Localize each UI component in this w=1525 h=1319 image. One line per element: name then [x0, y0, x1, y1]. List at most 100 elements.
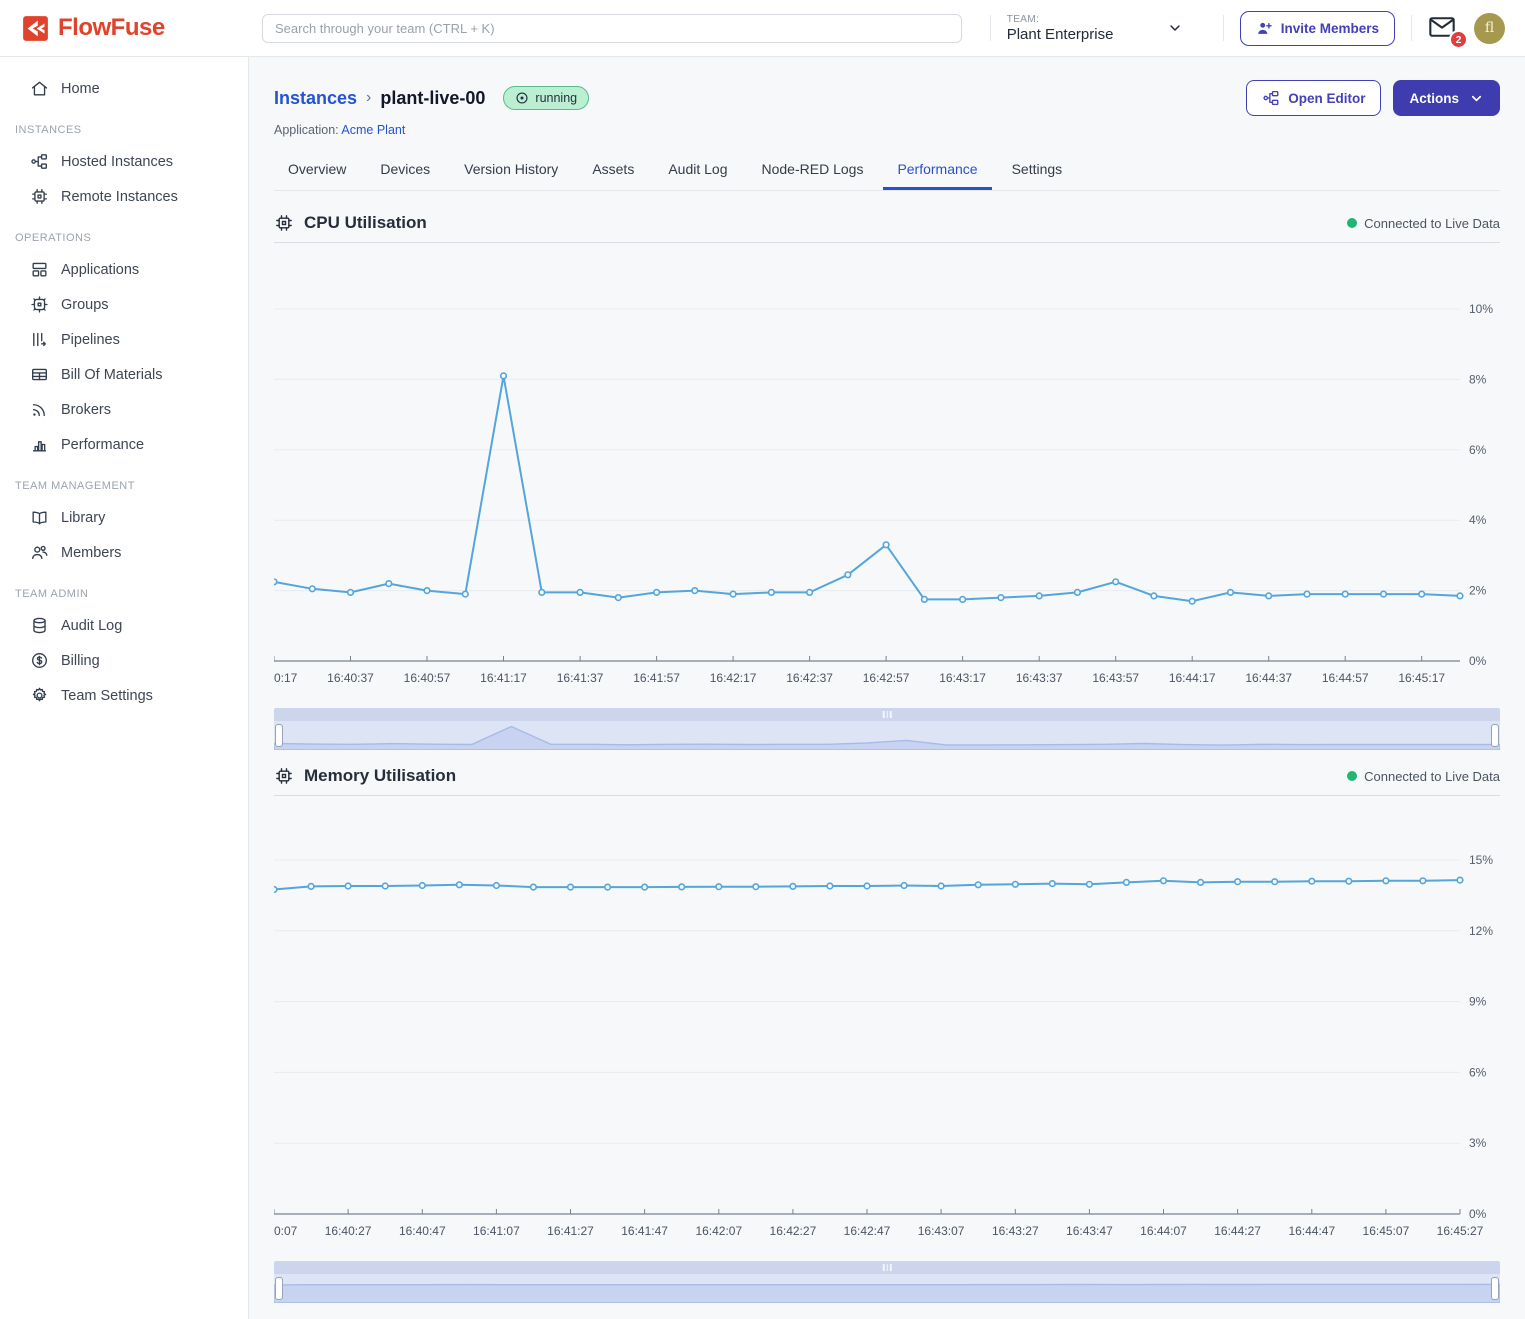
- svg-text:10%: 10%: [1469, 302, 1493, 316]
- sidebar-item-library[interactable]: Library: [0, 500, 248, 535]
- actions-button[interactable]: Actions: [1393, 80, 1500, 116]
- tab-assets[interactable]: Assets: [578, 152, 648, 190]
- brokers-icon: [32, 404, 45, 417]
- sidebar-item-label: Billing: [61, 652, 100, 669]
- tab-performance[interactable]: Performance: [883, 152, 992, 190]
- chevron-down-icon: [1170, 25, 1181, 31]
- invite-members-button[interactable]: Invite Members: [1239, 10, 1395, 46]
- cpu-chart-range-slider[interactable]: [273, 708, 1501, 751]
- memory-chip-icon: [276, 768, 292, 784]
- header-divider: [1222, 15, 1224, 41]
- sidebar-item-billing[interactable]: Billing: [0, 643, 248, 678]
- header-divider: [1411, 15, 1412, 41]
- svg-text:16:41:57: 16:41:57: [633, 671, 680, 685]
- sidebar-item-label: Brokers: [61, 401, 111, 418]
- svg-text:16:41:17: 16:41:17: [480, 671, 527, 685]
- svg-text:9%: 9%: [1469, 995, 1487, 1009]
- svg-text:16:40:57: 16:40:57: [404, 671, 451, 685]
- svg-text:16:43:57: 16:43:57: [1092, 671, 1139, 685]
- sidebar: Home INSTANCES Hosted Instances Remote Inst…: [0, 57, 249, 1319]
- sidebar-item-pipelines[interactable]: Pipelines: [0, 322, 248, 357]
- tab-version-history[interactable]: Version History: [450, 152, 572, 190]
- tab-node-red-logs[interactable]: Node-RED Logs: [748, 152, 878, 190]
- sidebar-item-home[interactable]: Home: [0, 71, 248, 106]
- svg-text:16:40:47: 16:40:47: [399, 1224, 446, 1238]
- sidebar-item-hosted-instances[interactable]: Hosted Instances: [0, 144, 248, 179]
- svg-text:16:44:47: 16:44:47: [1288, 1224, 1335, 1238]
- range-slider-bar[interactable]: [274, 708, 1500, 721]
- sidebar-section-title: TEAM MANAGEMENT: [15, 480, 135, 492]
- svg-text:16:43:27: 16:43:27: [992, 1224, 1039, 1238]
- running-status-icon: [516, 92, 528, 104]
- sidebar-item-groups[interactable]: Groups: [0, 287, 248, 322]
- range-grip-icon: [882, 1264, 892, 1271]
- sidebar-item-brokers[interactable]: Brokers: [0, 392, 248, 427]
- svg-text:0:07: 0:07: [274, 1224, 298, 1238]
- range-handle-left[interactable]: [275, 724, 283, 747]
- sidebar-item-team-settings[interactable]: Team Settings: [0, 678, 248, 713]
- open-editor-button[interactable]: Open Editor: [1246, 80, 1382, 116]
- team-selector[interactable]: TEAM: Plant Enterprise: [1007, 14, 1207, 43]
- line-chart-canvas: 0% 2% 4% 6% 8% 10% 0:17 16:40:37 16:40:57 16:41:1…: [270, 302, 1493, 685]
- range-minimap[interactable]: [273, 1274, 1501, 1304]
- flowfuse-logo[interactable]: FlowFuse: [0, 14, 248, 42]
- svg-text:16:41:27: 16:41:27: [547, 1224, 594, 1238]
- svg-text:16:44:57: 16:44:57: [1322, 671, 1369, 685]
- brand-name: FlowFuse: [58, 14, 165, 41]
- sidebar-item-label: Pipelines: [61, 331, 120, 348]
- sidebar-item-performance[interactable]: Performance: [0, 427, 248, 462]
- svg-text:0%: 0%: [1469, 654, 1487, 668]
- cpu-chart: 0% 2% 4% 6% 8% 10% 0:17 16:40:37 16:40:57 16:41:1…: [270, 243, 1500, 698]
- sidebar-item-audit-log[interactable]: Audit Log: [0, 608, 248, 643]
- range-minimap-area: [273, 725, 1501, 751]
- svg-text:16:42:57: 16:42:57: [863, 671, 910, 685]
- svg-text:16:41:07: 16:41:07: [473, 1224, 520, 1238]
- sidebar-item-remote-instances[interactable]: Remote Instances: [0, 179, 248, 214]
- range-handle-left[interactable]: [275, 1277, 283, 1300]
- main-content: Instances › plant-live-00 running Open E…: [249, 57, 1525, 1319]
- application-label: Application:: [274, 123, 339, 137]
- range-handle-right[interactable]: [1491, 724, 1499, 747]
- memory-chart-range-slider[interactable]: [273, 1261, 1501, 1304]
- tab-devices[interactable]: Devices: [366, 152, 444, 190]
- team-settings-icon: [32, 687, 47, 702]
- svg-text:16:44:17: 16:44:17: [1169, 671, 1216, 685]
- svg-text:16:45:07: 16:45:07: [1363, 1224, 1410, 1238]
- notification-badge: 2: [1449, 30, 1468, 49]
- svg-text:0:17: 0:17: [274, 671, 298, 685]
- tab-settings[interactable]: Settings: [998, 152, 1077, 190]
- range-grip-icon: [882, 711, 892, 718]
- tab-audit-log[interactable]: Audit Log: [654, 152, 741, 190]
- sidebar-item-members[interactable]: Members: [0, 535, 248, 570]
- sidebar-item-label: Library: [61, 509, 106, 526]
- svg-text:16:44:07: 16:44:07: [1140, 1224, 1187, 1238]
- cpu-utilisation-section: CPU Utilisation Connected to Live Data 0…: [270, 213, 1501, 751]
- svg-text:16:40:37: 16:40:37: [327, 671, 374, 685]
- svg-text:16:44:37: 16:44:37: [1245, 671, 1292, 685]
- range-minimap[interactable]: [273, 721, 1501, 751]
- svg-text:6%: 6%: [1469, 443, 1487, 457]
- flowfuse-logo-icon: [23, 15, 48, 41]
- svg-text:8%: 8%: [1469, 372, 1487, 386]
- sidebar-item-bill-of-materials[interactable]: Bill Of Materials: [0, 357, 248, 392]
- sidebar-item-label: Audit Log: [61, 617, 123, 634]
- search-input[interactable]: [262, 13, 962, 43]
- range-minimap-area: [273, 1283, 1501, 1304]
- home-icon: [31, 81, 48, 96]
- breadcrumb-instances-link[interactable]: Instances: [274, 88, 357, 109]
- team-name: Plant Enterprise: [1006, 25, 1114, 43]
- actions-label: Actions: [1409, 90, 1459, 106]
- live-dot-icon: [1347, 771, 1358, 781]
- range-handle-right[interactable]: [1491, 1277, 1499, 1300]
- svg-text:16:41:37: 16:41:37: [557, 671, 604, 685]
- svg-text:16:42:17: 16:42:17: [710, 671, 757, 685]
- application-link[interactable]: Acme Plant: [341, 123, 405, 137]
- tab-overview[interactable]: Overview: [274, 152, 360, 190]
- sidebar-item-applications[interactable]: Applications: [0, 252, 248, 287]
- svg-text:16:41:47: 16:41:47: [621, 1224, 668, 1238]
- notifications-button[interactable]: 2: [1428, 15, 1468, 49]
- range-slider-bar[interactable]: [274, 1261, 1500, 1274]
- sidebar-item-label: Remote Instances: [61, 188, 178, 205]
- sidebar-item-label: Home: [61, 80, 100, 97]
- avatar[interactable]: fl: [1474, 12, 1505, 44]
